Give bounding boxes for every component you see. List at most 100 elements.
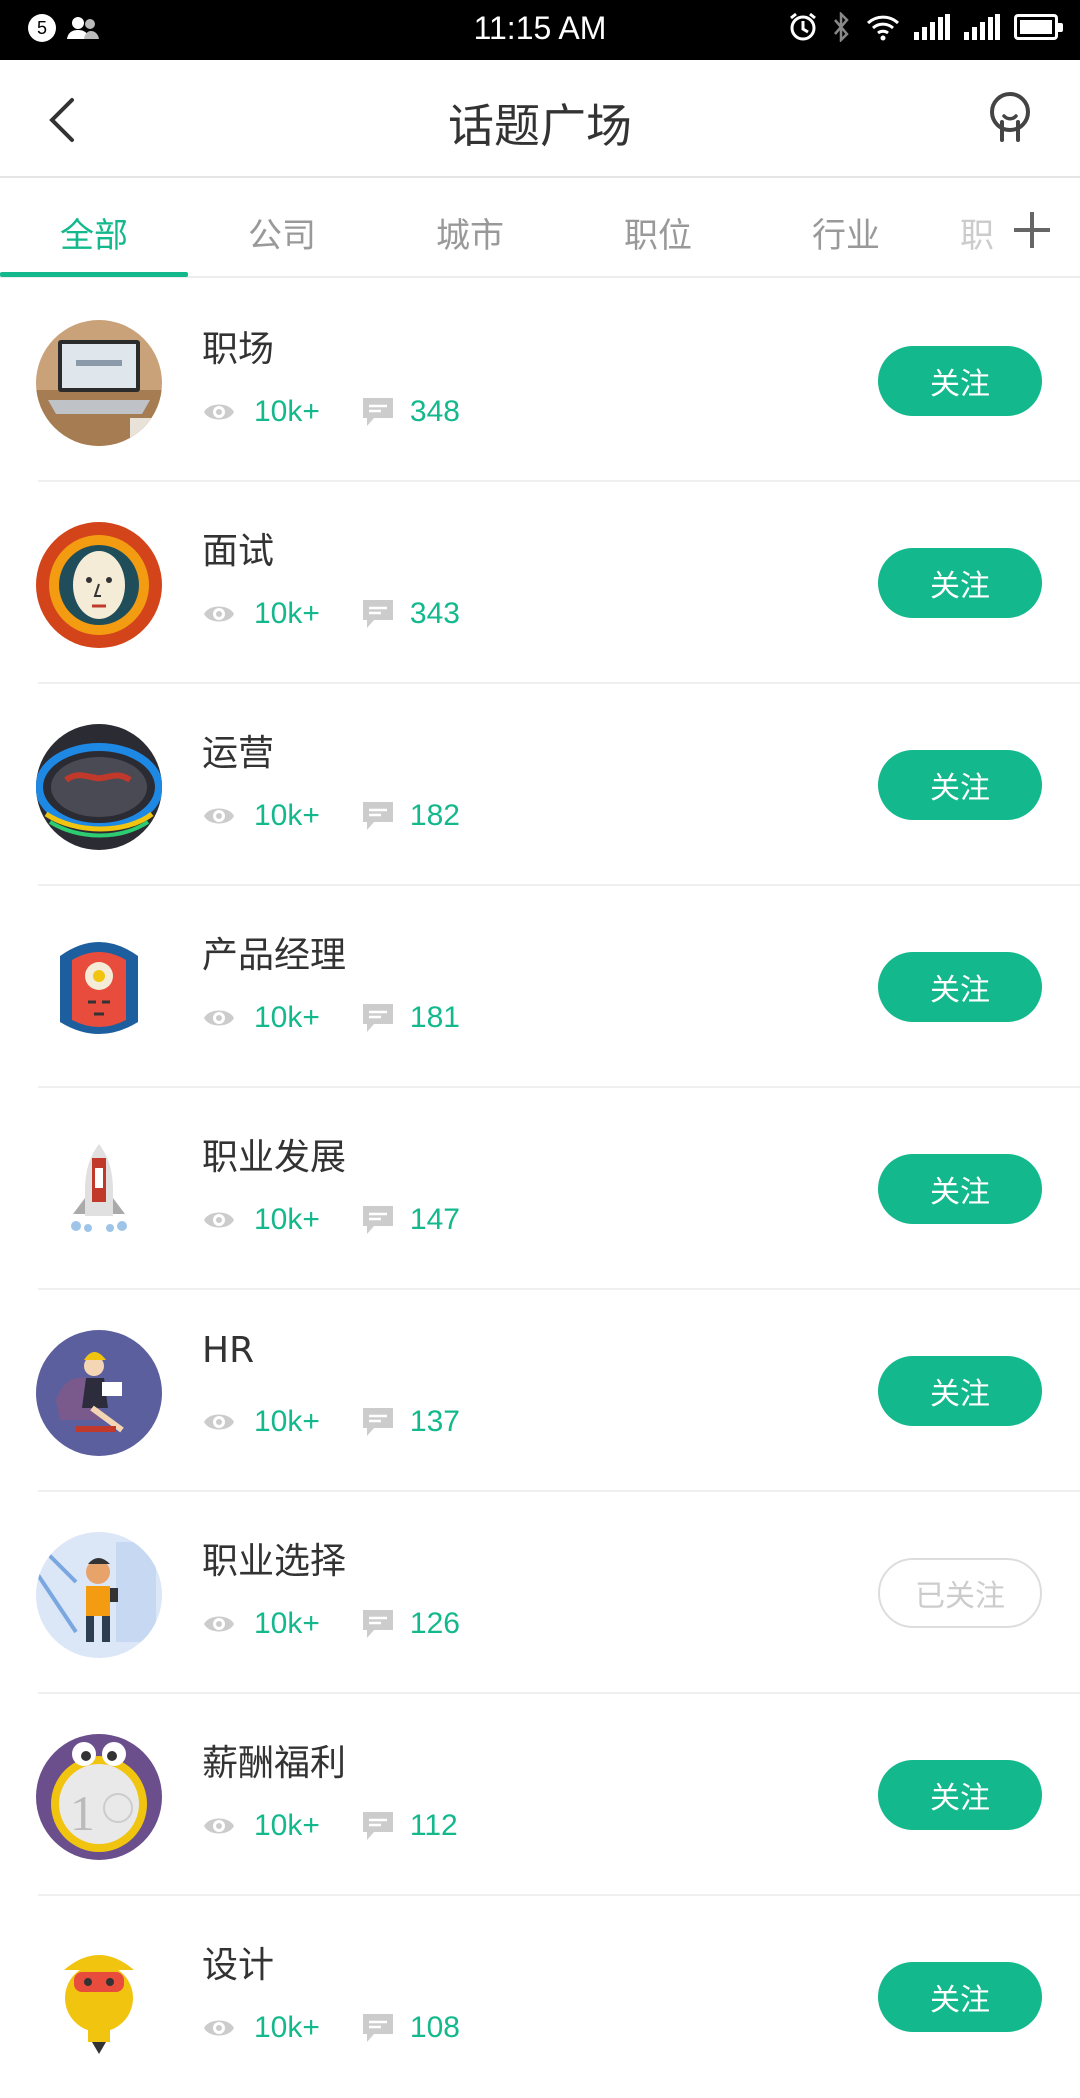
tab-city[interactable]: 城市: [376, 208, 564, 257]
eye-icon: [204, 1616, 234, 1632]
eye-icon: [204, 1212, 234, 1228]
topic-title: 设计: [202, 1945, 275, 1986]
alarm-icon: [790, 12, 816, 41]
view-count: 10k+: [254, 1607, 320, 1640]
view-count: 10k+: [254, 1001, 320, 1034]
eye-icon: [204, 404, 234, 420]
status-bar: 5 11:15 AM: [0, 0, 1080, 60]
eye-icon: [204, 1818, 234, 1834]
topic-stats: 10k+ 348: [202, 390, 460, 434]
comment-bubble-icon: [362, 398, 393, 426]
list-item[interactable]: 职业发展 10k+ 147 关注: [0, 1088, 1080, 1290]
topic-title: 薪酬福利: [202, 1743, 347, 1784]
list-item[interactable]: 职场 10k+ 348 关注: [0, 280, 1080, 482]
face-gear-avatar: [36, 522, 162, 648]
topic-stats: 10k+ 181: [202, 996, 460, 1040]
tab-position[interactable]: 职位: [564, 208, 752, 257]
view-count: 10k+: [254, 1809, 320, 1842]
svg-text:1: 1: [70, 1785, 95, 1841]
comment-bubble-icon: [362, 1610, 393, 1638]
bluetooth-icon: [834, 12, 849, 42]
eye-icon: [204, 606, 234, 622]
tab-all[interactable]: 全部: [0, 208, 188, 257]
topic-title: 职业选择: [202, 1541, 347, 1582]
thinking-head-avatar: [36, 926, 162, 1052]
topic-title: 职业发展: [202, 1137, 347, 1178]
comment-bubble-icon: [362, 1004, 393, 1032]
comment-bubble-icon: [362, 1206, 393, 1234]
page-title: 话题广场: [448, 99, 632, 153]
profile-icon[interactable]: [980, 88, 1040, 148]
eye-icon: [204, 808, 234, 824]
follow-button[interactable]: 关注: [878, 548, 1042, 618]
comment-count: 181: [409, 1001, 460, 1034]
view-count: 10k+: [254, 395, 320, 428]
world-map-ring-avatar: [36, 724, 162, 850]
list-item[interactable]: 1 薪酬福利 10k+ 112 关注: [0, 1694, 1080, 1896]
tab-partial[interactable]: 职: [960, 208, 994, 257]
lightbulb-avatar: [36, 1936, 162, 2062]
view-count: 10k+: [254, 2011, 320, 2044]
view-count: 10k+: [254, 1203, 320, 1236]
follow-button[interactable]: 关注: [878, 1356, 1042, 1426]
tab-company[interactable]: 公司: [188, 208, 376, 257]
rocket-avatar: [36, 1128, 162, 1254]
follow-button[interactable]: 关注: [878, 346, 1042, 416]
comment-bubble-icon: [362, 802, 393, 830]
comment-count: 182: [409, 799, 460, 832]
battery-icon: [1014, 14, 1063, 40]
list-item[interactable]: 设计 10k+ 108 关注: [0, 1896, 1080, 2098]
comment-count: 147: [409, 1203, 460, 1236]
add-tab-plus-icon[interactable]: [1002, 200, 1062, 260]
topic-stats: 10k+ 343: [202, 592, 460, 636]
view-count: 10k+: [254, 597, 320, 630]
follow-button[interactable]: 关注: [878, 1962, 1042, 2032]
wifi-icon: [866, 15, 900, 41]
signal-2-icon: [964, 14, 1000, 40]
comment-bubble-icon: [362, 1408, 393, 1436]
category-tabs: 全部 公司 城市 职位 行业 职: [0, 180, 1080, 278]
header: 话题广场: [0, 60, 1080, 178]
laptop-desk-avatar: [36, 320, 162, 446]
active-tab-indicator: [0, 272, 188, 277]
follow-button[interactable]: 关注: [878, 1154, 1042, 1224]
reading-woman-avatar: [36, 1330, 162, 1456]
topic-stats: 10k+ 137: [202, 1400, 460, 1444]
man-phone-avatar: [36, 1532, 162, 1658]
list-item[interactable]: HR 10k+ 137 关注: [0, 1290, 1080, 1492]
comment-count: 126: [409, 1607, 460, 1640]
tab-industry[interactable]: 行业: [752, 208, 940, 257]
comment-bubble-icon: [362, 1812, 393, 1840]
view-count: 10k+: [254, 799, 320, 832]
list-item[interactable]: 面试 10k+ 343 关注: [0, 482, 1080, 684]
followed-button[interactable]: 已关注: [878, 1558, 1042, 1628]
topic-title: 产品经理: [202, 935, 347, 976]
comment-count: 112: [409, 1809, 458, 1842]
topic-stats: 10k+ 182: [202, 794, 460, 838]
follow-button[interactable]: 关注: [878, 952, 1042, 1022]
comment-count: 343: [409, 597, 460, 630]
signal-1-icon: [914, 14, 950, 40]
topic-stats: 10k+ 126: [202, 1602, 460, 1646]
comment-count: 108: [409, 2011, 460, 2044]
euro-coin-avatar: 1: [36, 1734, 162, 1860]
topic-title: 运营: [202, 733, 275, 774]
follow-button[interactable]: 关注: [878, 1760, 1042, 1830]
topic-stats: 10k+ 147: [202, 1198, 460, 1242]
eye-icon: [204, 2020, 234, 2036]
comment-count: 348: [409, 395, 460, 428]
list-item[interactable]: 产品经理 10k+ 181 关注: [0, 886, 1080, 1088]
eye-icon: [204, 1414, 234, 1430]
list-item[interactable]: 职业选择 10k+ 126 已关注: [0, 1492, 1080, 1694]
comment-bubble-icon: [362, 2014, 393, 2042]
comment-bubble-icon: [362, 600, 393, 628]
topic-stats: 10k+ 108: [202, 2006, 460, 2050]
topic-title: HR: [202, 1330, 255, 1371]
topic-title: 面试: [202, 531, 275, 572]
comment-count: 137: [409, 1405, 460, 1438]
topic-stats: 10k+ 112: [202, 1804, 458, 1848]
eye-icon: [204, 1010, 234, 1026]
topic-title: 职场: [202, 329, 275, 370]
follow-button[interactable]: 关注: [878, 750, 1042, 820]
list-item[interactable]: 运营 10k+ 182 关注: [0, 684, 1080, 886]
